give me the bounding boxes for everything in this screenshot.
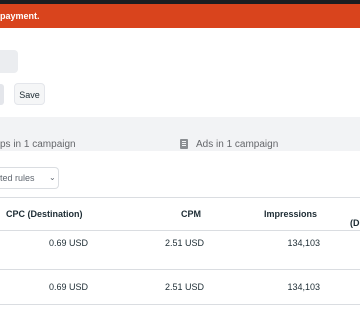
table-cell-cpc: 0.69 USD (48, 238, 88, 248)
payment-alert-banner: payment. (0, 4, 360, 28)
column-header-partial[interactable]: (D (350, 218, 360, 228)
tab-ad-sets[interactable]: ps in 1 campaign (0, 139, 76, 150)
banner-text: payment. (0, 11, 40, 21)
ads-icon (180, 139, 188, 149)
table-cell-impressions: 134,103 (287, 238, 320, 248)
column-header-cpm[interactable]: CPM (181, 209, 201, 219)
search-field[interactable] (0, 50, 18, 73)
row-divider (0, 269, 360, 270)
row-divider (0, 230, 360, 231)
save-button[interactable]: Save (14, 83, 45, 105)
table-cell-impressions: 134,103 (287, 282, 320, 292)
discard-button[interactable] (0, 84, 4, 105)
column-header-cpc[interactable]: CPC (Destination) (6, 209, 83, 219)
rules-label: ted rules (0, 173, 35, 183)
header-divider (0, 197, 360, 198)
table-cell-cpm: 2.51 USD (164, 238, 204, 248)
table-cell-cpm: 2.51 USD (164, 282, 204, 292)
automated-rules-dropdown[interactable]: ted rules ⌄ (0, 167, 59, 189)
chevron-down-icon: ⌄ (49, 173, 56, 182)
row-divider (0, 304, 360, 305)
tab-ads[interactable]: Ads in 1 campaign (196, 139, 278, 150)
table-cell-cpc: 0.69 USD (48, 282, 88, 292)
column-header-impressions[interactable]: Impressions (264, 209, 317, 219)
